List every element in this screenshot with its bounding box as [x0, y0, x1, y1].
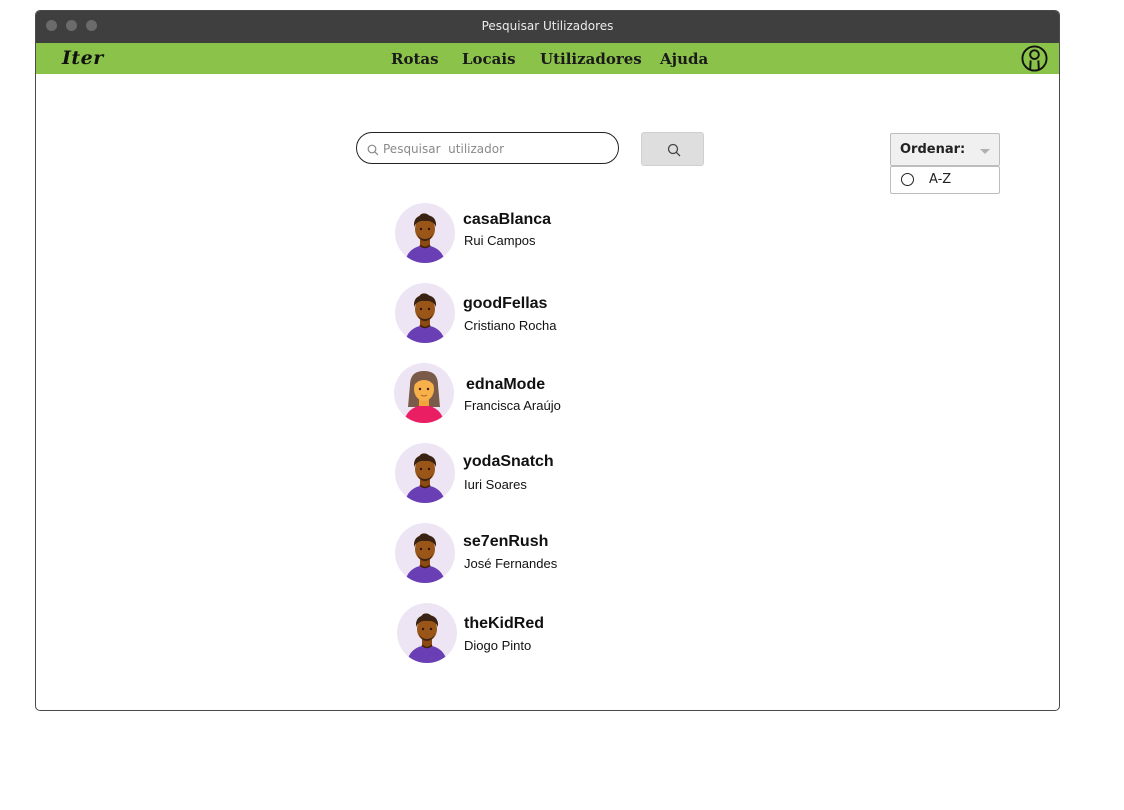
search-button[interactable]	[641, 132, 704, 166]
male-avatar-icon	[397, 603, 457, 663]
nav-link-utilizadores[interactable]: Utilizadores	[540, 50, 642, 68]
username: theKidRed	[464, 615, 544, 632]
username: ednaMode	[466, 376, 546, 393]
username: casaBlanca	[463, 211, 552, 228]
user-full-name: Francisca Araújo	[464, 398, 561, 413]
username: yodaSnatch	[463, 453, 554, 470]
chevron-down-icon	[980, 149, 990, 154]
username: se7enRush	[463, 533, 549, 550]
nav-link-locais[interactable]: Locais	[462, 50, 516, 68]
user-list-item[interactable]: casaBlanca Rui Campos	[395, 203, 615, 265]
user-profile-icon[interactable]	[1021, 45, 1048, 72]
logo[interactable]: Iter	[62, 47, 104, 69]
user-list-item[interactable]: ednaMode Francisca Araújo	[394, 363, 614, 425]
user-full-name: Cristiano Rocha	[464, 318, 557, 333]
male-avatar-icon	[395, 203, 455, 263]
window-title: Pesquisar Utilizadores	[481, 19, 614, 33]
user-full-name: Diogo Pinto	[464, 638, 532, 653]
user-list-item[interactable]: se7enRush José Fernandes	[395, 523, 615, 585]
male-avatar-icon	[395, 443, 455, 503]
username: goodFellas	[463, 295, 548, 312]
search-icon	[367, 144, 379, 156]
radio-button[interactable]	[901, 173, 914, 186]
user-full-name: José Fernandes	[464, 556, 558, 571]
sort-label: Ordenar:	[900, 142, 966, 157]
sort-option-a-z[interactable]: A-Z	[890, 166, 1000, 194]
app-window: Pesquisar Utilizadores Iter Rotas Locais…	[35, 10, 1060, 711]
user-full-name: Iuri Soares	[464, 477, 527, 492]
nav-link-ajuda[interactable]: Ajuda	[660, 50, 708, 68]
user-list-item[interactable]: goodFellas Cristiano Rocha	[395, 283, 615, 345]
search-icon	[667, 143, 681, 157]
search-input[interactable]	[383, 139, 608, 159]
user-list-item[interactable]: theKidRed Diogo Pinto	[397, 603, 617, 665]
user-full-name: Rui Campos	[464, 233, 536, 248]
nav-link-rotas[interactable]: Rotas	[391, 50, 439, 68]
sort-option-label: A-Z	[929, 172, 952, 187]
male-avatar-icon	[395, 523, 455, 583]
female-avatar-icon	[394, 363, 454, 423]
male-avatar-icon	[395, 283, 455, 343]
user-list-item[interactable]: yodaSnatch Iuri Soares	[395, 443, 615, 505]
title-bar: Pesquisar Utilizadores	[36, 11, 1059, 43]
sort-dropdown[interactable]: Ordenar:	[890, 133, 1000, 166]
navbar: Iter Rotas Locais Utilizadores Ajuda	[36, 43, 1059, 74]
search-field	[356, 132, 619, 164]
